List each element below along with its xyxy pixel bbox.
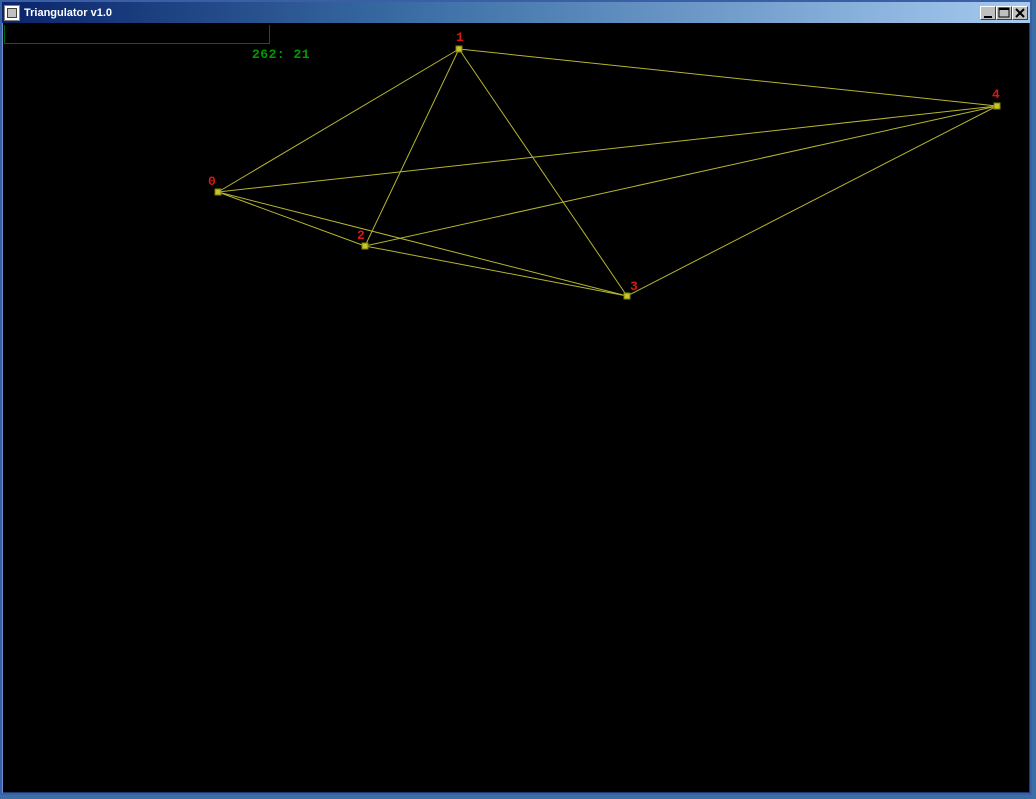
app-icon (4, 5, 20, 21)
minimize-icon (981, 7, 995, 19)
vertex-label: 3 (630, 279, 638, 294)
edge (459, 49, 997, 106)
edge (218, 192, 627, 296)
app-window: Triangulator v1.0 262: (0, 0, 1032, 795)
edge (218, 106, 997, 192)
canvas-area[interactable]: 262: 21 01234 (4, 25, 1028, 791)
vertex-label: 1 (456, 30, 464, 45)
close-icon (1013, 7, 1027, 19)
vertex-handle[interactable] (456, 46, 462, 52)
window-buttons (980, 6, 1028, 20)
vertex-label: 2 (357, 228, 365, 243)
window-title: Triangulator v1.0 (24, 7, 980, 19)
edge (365, 246, 627, 296)
vertex-handle[interactable] (994, 103, 1000, 109)
vertex-label: 0 (208, 174, 216, 189)
maximize-button[interactable] (996, 6, 1012, 20)
edge (218, 49, 459, 192)
edge (218, 192, 365, 246)
minimize-button[interactable] (980, 6, 996, 20)
close-button[interactable] (1012, 6, 1028, 20)
edge (365, 49, 459, 246)
edge (459, 49, 627, 296)
vertex-handle[interactable] (362, 243, 368, 249)
vertex-label: 4 (992, 87, 1000, 102)
edge (627, 106, 997, 296)
vertex-handle[interactable] (215, 189, 221, 195)
titlebar[interactable]: Triangulator v1.0 (2, 2, 1030, 23)
edge (365, 106, 997, 246)
graph-canvas[interactable]: 0 1 2 3 4 (4, 25, 1028, 791)
maximize-icon (997, 7, 1011, 19)
